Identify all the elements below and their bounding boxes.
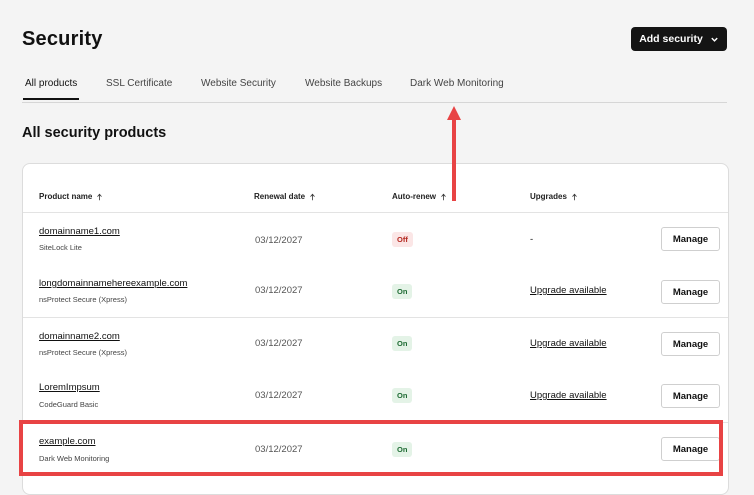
domain-link[interactable]: domainname2.com (39, 331, 120, 342)
upgrade-available-link[interactable]: Upgrade available (530, 285, 607, 296)
renewal-date: 03/12/2027 (255, 285, 303, 296)
tab-bar: All products SSL Certificate Website Sec… (22, 74, 727, 103)
table-row: domainname2.com nsProtect Secure (Xpress… (23, 317, 728, 370)
table-row: longdomainnamehereexample.com nsProtect … (23, 265, 728, 317)
product-plan: nsProtect Secure (Xpress) (39, 348, 127, 357)
manage-button[interactable]: Manage (661, 332, 720, 356)
auto-renew-badge: On (392, 388, 413, 403)
product-plan: nsProtect Secure (Xpress) (39, 295, 127, 304)
manage-button[interactable]: Manage (661, 280, 720, 304)
auto-renew-badge: On (392, 284, 413, 299)
add-security-button[interactable]: Add security (631, 27, 727, 51)
column-label: Upgrades (530, 192, 567, 201)
domain-link[interactable]: domainname1.com (39, 226, 120, 237)
annotation-arrow-icon (447, 106, 461, 201)
renewal-date: 03/12/2027 (255, 390, 303, 401)
column-label: Product name (39, 192, 93, 201)
column-header-product-name[interactable]: Product name (39, 192, 103, 201)
domain-link[interactable]: longdomainnamehereexample.com (39, 278, 187, 289)
page-title: Security (22, 28, 103, 50)
tab-dark-web-monitoring[interactable]: Dark Web Monitoring (410, 78, 504, 89)
column-label: Auto-renew (392, 192, 436, 201)
add-security-label: Add security (639, 33, 703, 45)
tab-website-backups[interactable]: Website Backups (305, 78, 382, 89)
table-row: LoremImpsum CodeGuard Basic 03/12/2027 O… (23, 370, 728, 422)
tab-ssl-certificate[interactable]: SSL Certificate (106, 78, 172, 89)
upgrade-available-link[interactable]: Upgrade available (530, 390, 607, 401)
table-row: domainname1.com SiteLock Lite 03/12/2027… (23, 213, 728, 265)
highlight-box (19, 420, 723, 476)
sort-arrow-icon (310, 193, 315, 200)
product-plan: SiteLock Lite (39, 243, 82, 252)
upgrade-available-link[interactable]: Upgrade available (530, 338, 607, 349)
column-header-upgrades[interactable]: Upgrades (530, 192, 578, 201)
tab-website-security[interactable]: Website Security (201, 78, 276, 89)
sort-arrow-icon (97, 193, 103, 200)
domain-link[interactable]: LoremImpsum (39, 382, 100, 393)
product-plan: CodeGuard Basic (39, 400, 99, 409)
column-label: Renewal date (254, 192, 306, 201)
chevron-down-icon (711, 37, 718, 42)
renewal-date: 03/12/2027 (255, 338, 303, 349)
upgrade-status: - (530, 234, 534, 245)
manage-button[interactable]: Manage (661, 227, 720, 251)
column-header-renewal-date[interactable]: Renewal date (254, 192, 316, 201)
tab-all-products[interactable]: All products (22, 78, 80, 100)
auto-renew-badge: On (392, 336, 413, 351)
section-title: All security products (22, 125, 167, 141)
auto-renew-badge: Off (392, 232, 413, 247)
column-header-auto-renew[interactable]: Auto-renew (392, 192, 447, 201)
renewal-date: 03/12/2027 (255, 235, 303, 246)
manage-button[interactable]: Manage (661, 384, 720, 408)
sort-arrow-icon (572, 193, 577, 200)
